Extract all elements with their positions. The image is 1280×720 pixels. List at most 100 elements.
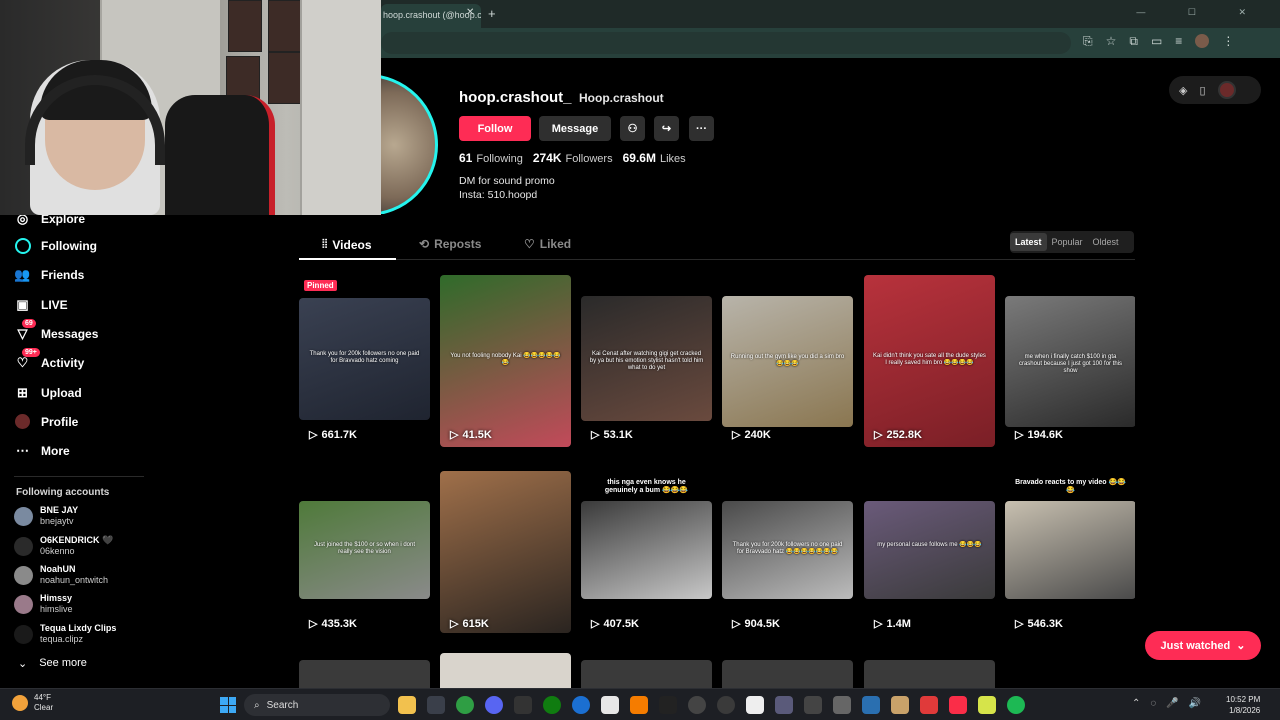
reading-list-icon[interactable]: ≡ bbox=[1175, 34, 1182, 49]
start-button[interactable] bbox=[220, 697, 236, 713]
sidebar-item-following[interactable]: Following bbox=[14, 237, 97, 254]
app-icon[interactable] bbox=[601, 696, 619, 714]
tab-reposts[interactable]: ⟲ Reposts bbox=[419, 237, 481, 251]
app-icon[interactable] bbox=[920, 696, 938, 714]
sidebar-item-activity[interactable]: ♡ 99+ Activity bbox=[14, 348, 84, 371]
coins-icon[interactable]: ◈ bbox=[1179, 84, 1187, 97]
weather-temp: 44°F bbox=[34, 693, 51, 702]
sidebar-item-friends[interactable]: 👥 Friends bbox=[14, 266, 84, 283]
file-explorer-icon[interactable] bbox=[398, 696, 416, 714]
suggested-accounts-button[interactable]: ⚇ bbox=[620, 116, 645, 141]
browser-icon[interactable] bbox=[572, 696, 590, 714]
search-label: Search bbox=[266, 699, 299, 711]
microphone-icon[interactable]: 🎤 bbox=[1166, 698, 1178, 709]
video-card[interactable]: Thank you for 200k followers no one paid… bbox=[722, 270, 853, 688]
extensions-icon[interactable]: ⧉ bbox=[1129, 34, 1138, 49]
app-icon[interactable] bbox=[862, 696, 880, 714]
window-controls[interactable]: — ☐ ✕ bbox=[1136, 7, 1266, 18]
chrome-icon[interactable] bbox=[456, 696, 474, 714]
app-icon[interactable] bbox=[804, 696, 822, 714]
sidebar-item-upload[interactable]: ⊞ Upload bbox=[14, 384, 82, 401]
just-watched-button[interactable]: Just watched ⌄ bbox=[1145, 631, 1261, 660]
app-icon[interactable] bbox=[891, 696, 909, 714]
video-card[interactable]: ▷ 615K bbox=[440, 270, 571, 688]
video-thumbnail[interactable] bbox=[864, 501, 995, 599]
sidebar-item-more[interactable]: ⋯ More bbox=[14, 442, 70, 459]
chevron-down-icon: ⌄ bbox=[1236, 640, 1246, 652]
sidebar-item-live[interactable]: ▣ LIVE bbox=[14, 296, 67, 313]
browser-menu-icon[interactable]: ⋮ bbox=[1222, 34, 1234, 49]
device-icon[interactable]: ▯ bbox=[1199, 84, 1205, 97]
app-icon[interactable] bbox=[659, 696, 677, 714]
tab-liked[interactable]: ♡ Liked bbox=[524, 237, 571, 251]
upload-icon: ⊞ bbox=[17, 384, 28, 400]
account-name: Himssy bbox=[40, 593, 73, 603]
tab-close-icon[interactable]: ✕ bbox=[466, 7, 474, 18]
following-account[interactable]: O6KENDRICK 🖤 06kenno bbox=[14, 535, 113, 557]
app-icon[interactable] bbox=[746, 696, 764, 714]
xbox-icon[interactable] bbox=[543, 696, 561, 714]
video-thumbnail[interactable] bbox=[864, 660, 995, 688]
epic-games-icon[interactable] bbox=[514, 696, 532, 714]
chevron-down-icon: ⌄ bbox=[18, 658, 28, 670]
bio-line: Insta: 510.hoopd bbox=[459, 189, 538, 201]
user-avatar[interactable] bbox=[1217, 81, 1236, 99]
app-icon[interactable] bbox=[978, 696, 996, 714]
sort-oldest[interactable]: Oldest bbox=[1088, 233, 1124, 251]
new-tab-button[interactable]: + bbox=[488, 6, 496, 21]
following-account[interactable]: NoahUN noahun_ontwitch bbox=[14, 564, 108, 586]
tray-chevron-icon[interactable]: ⌃ bbox=[1132, 698, 1140, 709]
following-stat[interactable]: 61 Following bbox=[459, 151, 523, 165]
install-app-icon[interactable]: ⎘ bbox=[1083, 34, 1093, 49]
follow-button[interactable]: Follow bbox=[459, 116, 531, 141]
spotify-icon[interactable] bbox=[1007, 696, 1025, 714]
address-bar[interactable] bbox=[381, 32, 1071, 54]
video-thumbnail[interactable] bbox=[440, 653, 571, 688]
video-thumbnail[interactable] bbox=[581, 501, 712, 599]
see-more-button[interactable]: ⌄ See more bbox=[18, 657, 87, 670]
share-button[interactable]: ↪ bbox=[654, 116, 679, 141]
taskbar-clock[interactable]: 10:52 PM 1/8/2026 bbox=[1226, 694, 1260, 716]
video-card[interactable]: this nga even knows he genuinely a bum 😂… bbox=[581, 270, 712, 688]
message-button[interactable]: Message bbox=[539, 116, 611, 141]
app-icon[interactable] bbox=[717, 696, 735, 714]
tab-videos[interactable]: ⦙⦙ Videos bbox=[322, 237, 372, 252]
video-thumbnail[interactable] bbox=[440, 471, 571, 633]
music-icon[interactable] bbox=[949, 696, 967, 714]
video-thumbnail[interactable] bbox=[299, 660, 430, 688]
video-thumbnail[interactable] bbox=[722, 660, 853, 688]
followers-stat[interactable]: 274K Followers bbox=[533, 151, 613, 165]
profile-nickname: Hoop.crashout bbox=[579, 91, 664, 105]
more-options-button[interactable]: ··· bbox=[689, 116, 714, 141]
video-thumbnail[interactable] bbox=[581, 660, 712, 688]
following-account[interactable]: Himssy himslive bbox=[14, 593, 73, 615]
cast-icon[interactable]: ▭ bbox=[1151, 34, 1162, 49]
browser-profile-avatar[interactable] bbox=[1195, 34, 1210, 48]
sidebar-item-label: More bbox=[41, 443, 70, 458]
video-card[interactable]: Bravado reacts to my video 😂😂😂 ▷ 546.3K bbox=[1005, 270, 1135, 688]
messages-icon: ▽ 69 bbox=[14, 319, 36, 342]
video-thumbnail[interactable] bbox=[1005, 501, 1135, 599]
obs-icon[interactable] bbox=[688, 696, 706, 714]
following-account[interactable]: BNE JAY bnejaytv bbox=[14, 505, 78, 527]
sidebar-item-profile[interactable]: Profile bbox=[14, 413, 78, 430]
weather-widget[interactable]: 44°F Clear bbox=[12, 693, 53, 713]
discord-icon[interactable] bbox=[485, 696, 503, 714]
app-icon[interactable] bbox=[833, 696, 851, 714]
app-icon[interactable] bbox=[775, 696, 793, 714]
following-account[interactable]: Tequa Lixdy Clips tequa.clipz bbox=[14, 623, 116, 645]
webcam-poster bbox=[268, 52, 302, 104]
store-icon[interactable] bbox=[427, 696, 445, 714]
volume-icon[interactable]: 🔊 bbox=[1189, 698, 1201, 709]
active-tab-underline bbox=[299, 258, 396, 260]
sort-latest[interactable]: Latest bbox=[1010, 233, 1047, 251]
video-card[interactable]: Just joined the $100 or so when i dont r… bbox=[299, 270, 430, 688]
network-icon[interactable]: ◌ bbox=[1150, 698, 1156, 709]
sidebar-item-messages[interactable]: ▽ 69 Messages bbox=[14, 319, 98, 342]
sort-popular[interactable]: Popular bbox=[1047, 233, 1088, 251]
search-icon: ⌕ bbox=[254, 699, 260, 711]
taskbar-search[interactable]: ⌕ Search bbox=[244, 694, 390, 716]
bookmark-star-icon[interactable]: ☆ bbox=[1106, 34, 1117, 49]
app-icon[interactable] bbox=[630, 696, 648, 714]
video-card[interactable]: my personal cause follows me 😂😂😂 ▷ 1.4M bbox=[864, 270, 995, 688]
